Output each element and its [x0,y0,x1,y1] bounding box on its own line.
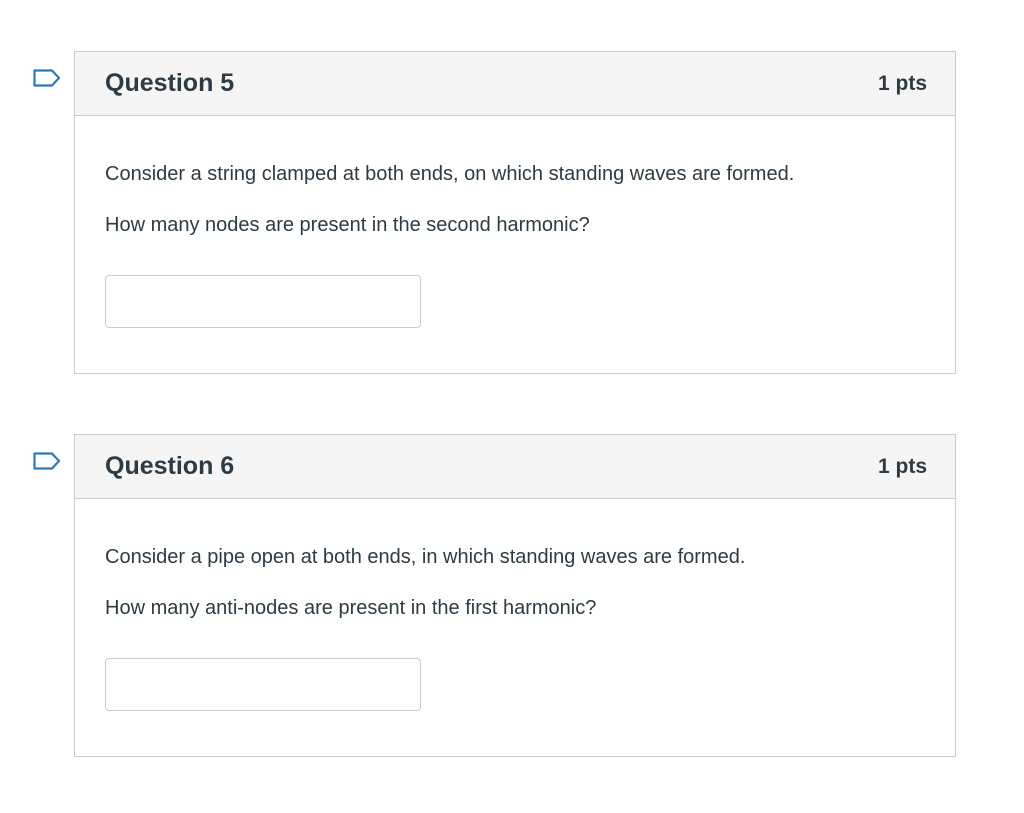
question-card-6: Question 6 1 pts Consider a pipe open at… [33,434,956,757]
question-title: Question 5 [105,69,235,97]
question-header: Question 6 1 pts [75,435,955,499]
question-text: How many nodes are present in the second… [105,214,590,236]
question-points: 1 pts [877,71,927,95]
question-card-5: Question 5 1 pts Consider a string clamp… [33,51,956,374]
flag-question-5-icon[interactable] [33,69,61,87]
flag-question-6-icon[interactable] [33,452,61,470]
question-title: Question 6 [105,452,235,480]
answer-input[interactable] [105,275,421,328]
answer-input[interactable] [105,658,421,711]
question-header: Question 5 1 pts [75,52,955,116]
question-text: How many anti-nodes are present in the f… [105,597,597,619]
question-prompt: Consider a pipe open at both ends, in wh… [105,546,746,568]
question-prompt: Consider a string clamped at both ends, … [105,163,795,185]
question-points: 1 pts [877,454,927,478]
question-body: Consider a pipe open at both ends, in wh… [75,499,955,711]
quiz-container: Question 5 1 pts Consider a string clamp… [0,0,1024,813]
question-body: Consider a string clamped at both ends, … [75,116,955,328]
